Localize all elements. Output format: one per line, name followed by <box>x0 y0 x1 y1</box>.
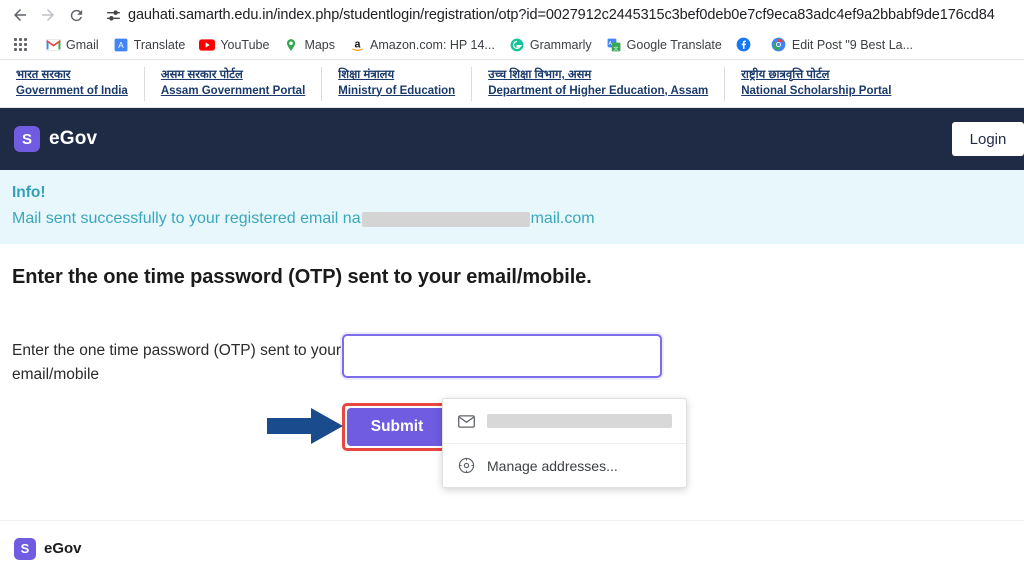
settings-gear-icon <box>457 457 475 475</box>
gov-link-english: Department of Higher Education, Assam <box>488 84 709 97</box>
svg-text:A: A <box>118 40 124 49</box>
footer-brand-name: eGov <box>44 540 82 557</box>
bookmark-label: Edit Post "9 Best La... <box>791 37 914 52</box>
gov-link-english: National Scholarship Portal <box>741 84 892 97</box>
gov-link-english: Government of India <box>16 84 128 97</box>
bookmark-label: Grammarly <box>529 37 592 52</box>
gov-link-hindi: उच्च शिक्षा विभाग, असम <box>488 68 592 81</box>
browser-chrome: gauhati.samarth.edu.in/index.php/student… <box>0 0 1024 60</box>
gov-link-national-scholarship-portal[interactable]: राष्ट्रीय छात्रवृत्ति पोर्टल National Sc… <box>725 67 907 101</box>
autofill-dropdown[interactable]: Manage addresses... <box>442 398 687 489</box>
bookmark-label: Google Translate <box>626 37 722 52</box>
redacted-suggestion-value <box>487 414 672 429</box>
chrome-icon <box>771 37 787 53</box>
autofill-manage-label: Manage addresses... <box>487 457 618 474</box>
address-bar[interactable]: gauhati.samarth.edu.in/index.php/student… <box>96 2 1016 28</box>
bookmark-grammarly[interactable]: Grammarly <box>502 34 599 56</box>
gov-link-assam-government-portal[interactable]: असम सरकार पोर्टल Assam Government Portal <box>145 66 323 101</box>
brand[interactable]: S eGov <box>14 126 97 152</box>
gov-link-hindi: भारत सरकार <box>16 68 71 81</box>
svg-text:A: A <box>608 41 612 47</box>
bookmark-google-translate[interactable]: A 文 Google Translate <box>599 34 729 56</box>
info-banner: Info! Mail sent successfully to your reg… <box>0 170 1024 244</box>
gov-link-english: Ministry of Education <box>338 84 456 97</box>
brand-name: eGov <box>49 128 98 149</box>
grammarly-icon <box>509 37 525 53</box>
bookmark-amazon[interactable]: a Amazon.com: HP 14... <box>342 34 502 56</box>
facebook-icon <box>736 37 752 53</box>
gmail-icon <box>45 37 61 53</box>
government-links-strip: भारत सरकार Government of India असम सरकार… <box>0 60 1024 108</box>
info-banner-title: Info! <box>12 184 46 201</box>
footer-logo-icon: S <box>14 537 36 560</box>
main-content: Enter the one time password (OTP) sent t… <box>0 244 1024 489</box>
gov-link-hindi: राष्ट्रीय छात्रवृत्ति पोर्टल <box>741 68 830 81</box>
autofill-manage-addresses[interactable]: Manage addresses... <box>443 443 686 487</box>
logo-icon: S <box>14 126 40 152</box>
page-title: Enter the one time password (OTP) sent t… <box>12 266 592 288</box>
bookmark-gmail[interactable]: Gmail <box>38 34 106 56</box>
bookmark-label: Translate <box>133 37 186 52</box>
bookmark-translate[interactable]: A Translate <box>106 34 193 56</box>
youtube-icon <box>199 37 216 53</box>
bookmark-label: YouTube <box>220 37 270 52</box>
reload-button[interactable] <box>62 1 90 29</box>
info-message-after: mail.com <box>530 210 595 227</box>
gov-link-english: Assam Government Portal <box>160 84 306 97</box>
info-banner-message: Mail sent successfully to your registere… <box>12 210 1012 228</box>
submit-button[interactable]: Submit <box>347 408 447 447</box>
apps-grid-icon <box>12 37 28 53</box>
site-footer: S eGov <box>0 520 1024 576</box>
submit-row: Submit Manage addresses... <box>267 398 1012 489</box>
submit-highlight-box: Submit <box>342 403 452 452</box>
translate-icon: A <box>113 37 129 53</box>
info-message-before: Mail sent successfully to your registere… <box>12 210 361 227</box>
apps-shortcut[interactable] <box>4 34 38 56</box>
gov-link-ministry-of-education[interactable]: शिक्षा मंत्रालय Ministry of Education <box>322 66 473 101</box>
autofill-email-suggestion[interactable] <box>443 399 686 443</box>
bookmark-label: Amazon.com: HP 14... <box>370 37 495 52</box>
amazon-icon: a <box>349 37 365 53</box>
tune-icon[interactable] <box>102 4 124 26</box>
bookmark-facebook[interactable] <box>729 34 764 56</box>
svg-text:a: a <box>354 39 360 51</box>
gov-link-hindi: शिक्षा मंत्रालय <box>338 68 395 81</box>
site-header: S eGov Login <box>0 108 1024 170</box>
login-button[interactable]: Login <box>952 122 1024 156</box>
google-translate-icon: A 文 <box>606 37 622 53</box>
bookmark-label: Gmail <box>66 37 99 52</box>
arrow-right-pointer-annotation <box>267 408 343 445</box>
otp-form-row: Enter the one time password (OTP) sent t… <box>12 334 1012 387</box>
back-button[interactable] <box>6 1 34 29</box>
bookmark-edit-post[interactable]: Edit Post "9 Best La... <box>764 34 920 56</box>
bookmarks-bar: Gmail A Translate YouTube Maps a Amazon.… <box>0 30 1024 60</box>
otp-input[interactable] <box>342 334 662 378</box>
url-text: gauhati.samarth.edu.in/index.php/student… <box>128 7 995 23</box>
redacted-email-block <box>361 211 530 227</box>
gov-link-hindi: असम सरकार पोर्टल <box>160 68 243 81</box>
bookmark-label: Maps <box>304 37 336 52</box>
omnibar-row: gauhati.samarth.edu.in/index.php/student… <box>0 0 1024 30</box>
forward-button[interactable] <box>34 1 62 29</box>
otp-field-label: Enter the one time password (OTP) sent t… <box>12 342 342 384</box>
gov-link-government-of-india[interactable]: भारत सरकार Government of India <box>0 66 145 101</box>
bookmark-maps[interactable]: Maps <box>276 34 342 56</box>
bookmark-youtube[interactable]: YouTube <box>192 34 276 56</box>
email-icon <box>457 412 475 430</box>
gov-link-dept-higher-education-assam[interactable]: उच्च शिक्षा विभाग, असम Department of Hig… <box>472 66 726 101</box>
maps-icon <box>283 37 299 53</box>
